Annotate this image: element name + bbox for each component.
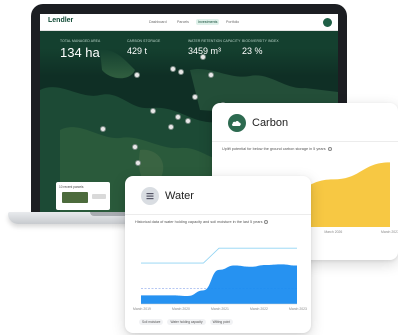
- map-marker[interactable]: [192, 94, 198, 100]
- map-marker[interactable]: [185, 118, 191, 124]
- water-chart: March 2019 March 2020 March 2021 March 2022…: [133, 247, 307, 311]
- stat-carbon: Carbon storage 429 t: [127, 39, 160, 56]
- x-tick-label: March 2027: [381, 230, 398, 234]
- stat-managed-area: Total managed area 134 ha: [60, 39, 100, 60]
- stat-label: Biodiversity index: [242, 39, 279, 43]
- map-marker[interactable]: [178, 69, 184, 75]
- map-marker[interactable]: [100, 126, 106, 132]
- stat-label: Total managed area: [60, 39, 101, 43]
- stat-label: Water retention capacity: [188, 39, 241, 43]
- stat-value: 23 %: [242, 46, 263, 56]
- nav-dashboard[interactable]: Dashboard: [147, 19, 169, 25]
- recent-parcels-title: 10 recent parcels: [59, 185, 84, 189]
- stat-biodiversity: Biodiversity index 23 %: [242, 39, 279, 56]
- x-tick-label: March 2022: [250, 307, 268, 311]
- recent-parcels-panel: 10 recent parcels: [56, 182, 110, 210]
- legend-soil-moisture[interactable]: Soil moisture: [139, 319, 164, 325]
- map-marker[interactable]: [132, 144, 138, 150]
- nav-investments[interactable]: Investments: [196, 19, 220, 25]
- map-marker[interactable]: [200, 54, 206, 60]
- nav-parcels[interactable]: Parcels: [175, 19, 191, 25]
- stat-water: Water retention capacity 3459 m³: [188, 39, 240, 56]
- map-marker[interactable]: [135, 160, 141, 166]
- x-tick-label: March 2019: [133, 307, 151, 311]
- water-card: Water Historical data of water holding c…: [125, 176, 311, 333]
- x-tick-label: March 2023: [289, 307, 307, 311]
- user-avatar[interactable]: [323, 18, 332, 27]
- top-navigation: Lendler Dashboard Parcels Investments Po…: [40, 14, 338, 31]
- stat-value: 3459 m³: [188, 46, 222, 56]
- map-marker[interactable]: [150, 108, 156, 114]
- map-marker[interactable]: [134, 72, 140, 78]
- parcel-label-placeholder: [92, 194, 106, 199]
- legend-wilting-point[interactable]: Wilting point: [209, 319, 233, 325]
- x-tick-label: March 2020: [172, 307, 190, 311]
- map-marker[interactable]: [175, 114, 181, 120]
- map-marker[interactable]: [170, 66, 176, 72]
- map-marker[interactable]: [208, 72, 214, 78]
- stat-label: Carbon storage: [127, 39, 161, 43]
- app-logo[interactable]: Lendler: [48, 17, 73, 24]
- nav-portfolio[interactable]: Portfolio: [224, 19, 241, 25]
- x-tick-label: March 2021: [211, 307, 229, 311]
- map-marker[interactable]: [168, 124, 174, 130]
- water-legend: Soil moisture Water holding capacity Wil…: [139, 319, 233, 325]
- stat-value: 429 t: [127, 46, 148, 56]
- soil-moisture-area: [141, 264, 297, 304]
- water-capacity-line: [141, 247, 297, 264]
- laptop-notch: [90, 212, 130, 216]
- x-tick-label: March 2026: [324, 230, 342, 234]
- stat-value: 134 ha: [60, 45, 100, 60]
- parcel-thumbnail[interactable]: [62, 192, 88, 203]
- legend-water-capacity[interactable]: Water holding capacity: [167, 319, 206, 325]
